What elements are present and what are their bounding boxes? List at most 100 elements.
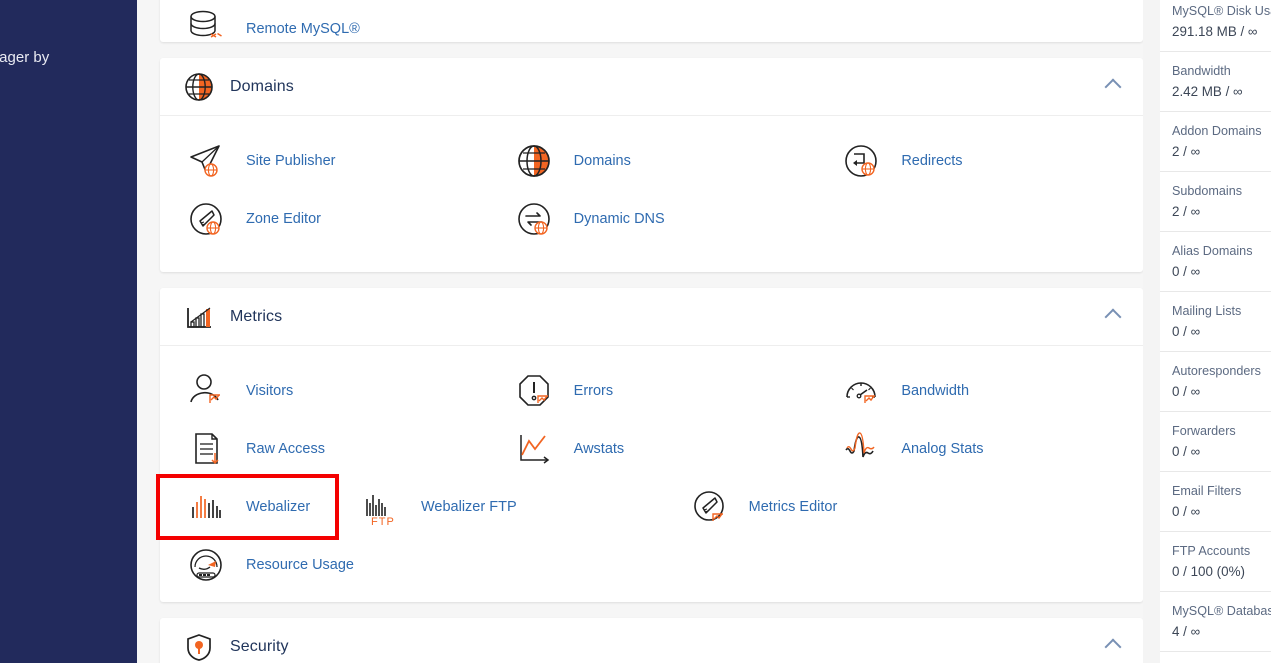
app-tile-label: Webalizer	[246, 499, 311, 515]
app-tile-label: Metrics Editor	[748, 499, 838, 515]
awstats-icon	[512, 427, 556, 471]
stat-row: Addon Domains 2 / ∞	[1160, 112, 1271, 172]
stat-label: Forwarders	[1172, 424, 1236, 438]
site-publisher-icon	[184, 139, 228, 183]
app-tile-domains[interactable]: Domains	[488, 132, 816, 190]
stat-label: Mailing Lists	[1172, 304, 1242, 318]
metrics-section-title: Metrics	[230, 307, 283, 325]
app-tile-raw-access[interactable]: Raw Access	[160, 420, 488, 478]
domains-item-grid: Site Publisher Domains Redirects Zone Ed…	[160, 132, 1143, 248]
app-tile-site-publisher[interactable]: Site Publisher	[160, 132, 488, 190]
app-tile-label: Resource Usage	[246, 557, 354, 573]
app-tile-zone-editor[interactable]: Zone Editor	[160, 190, 488, 248]
webalizer-icon	[184, 485, 228, 529]
stat-value: 0 / ∞	[1172, 384, 1201, 399]
domains-section-card: Domains Site Publisher Domains Redirects…	[160, 58, 1143, 272]
stat-label: Autoresponders	[1172, 364, 1261, 378]
globe-icon	[184, 72, 214, 102]
app-tile-resource-usage[interactable]: Resource Usage	[160, 536, 488, 594]
cpanel-page: Manager by Remot	[0, 0, 1271, 663]
app-tile-awstats[interactable]: Awstats	[488, 420, 816, 478]
app-tile-remote-mysql[interactable]: Remote MySQL®	[160, 0, 488, 58]
stat-value: 4 / ∞	[1172, 624, 1201, 639]
app-tile-visitors[interactable]: Visitors	[160, 362, 488, 420]
errors-icon	[512, 369, 556, 413]
stat-value: 0 / 100 (0%)	[1172, 564, 1245, 579]
stat-value: 2.42 MB / ∞	[1172, 84, 1243, 99]
app-tile-label: Analog Stats	[901, 441, 984, 457]
app-tile-label: Awstats	[573, 441, 625, 457]
stat-row: Forwarders 0 / ∞	[1160, 412, 1271, 472]
app-tile-analog-stats[interactable]: Analog Stats	[815, 420, 1143, 478]
remote-mysql-icon	[184, 7, 228, 51]
app-tile-label: Raw Access	[246, 441, 325, 457]
app-tile-label: Zone Editor	[246, 211, 321, 227]
stat-label: Addon Domains	[1172, 124, 1262, 138]
domains-section-header[interactable]: Domains	[160, 58, 1143, 116]
resource-usage-icon	[184, 543, 228, 587]
stat-row: MySQL® Disk Usage 291.18 MB / ∞	[1160, 0, 1271, 52]
stat-value: 291.18 MB / ∞	[1172, 24, 1258, 39]
app-tile-bandwidth[interactable]: Bandwidth	[815, 362, 1143, 420]
app-tile-label: Site Publisher	[246, 153, 336, 169]
chevron-up-icon[interactable]	[1107, 308, 1121, 322]
metrics-section-card: Metrics Visitors Errors Bandwidth Raw Ac…	[156, 288, 1143, 602]
metrics-editor-icon	[687, 485, 731, 529]
stat-label: Alias Domains	[1172, 244, 1253, 258]
app-tile-metrics-editor[interactable]: Metrics Editor	[663, 478, 991, 536]
left-navigation-sidebar: Manager by	[0, 0, 137, 663]
stat-label: MySQL® Disk Usage	[1172, 4, 1271, 18]
stat-row: FTP Accounts 0 / 100 (0%)	[1160, 532, 1271, 592]
security-section-card: Security	[160, 618, 1143, 663]
chevron-up-icon[interactable]	[1107, 78, 1121, 92]
app-tile-webalizer-ftp[interactable]: FTP Webalizer FTP	[335, 478, 663, 536]
bandwidth-gauge-icon	[839, 369, 883, 413]
app-tile-label: Visitors	[246, 383, 294, 399]
stat-value: 0 / ∞	[1172, 264, 1201, 279]
dynamic-dns-icon	[512, 197, 556, 241]
webalizer-ftp-icon: FTP	[359, 485, 403, 529]
stat-row: Alias Domains 0 / ∞	[1160, 232, 1271, 292]
metrics-bar-chart-icon	[184, 302, 214, 332]
stat-label: Bandwidth	[1172, 64, 1231, 78]
app-tile-label: Webalizer FTP	[421, 499, 517, 515]
visitors-icon	[184, 369, 228, 413]
stat-row: CPU Usage	[1160, 652, 1271, 663]
stat-label: MySQL® Databases	[1172, 604, 1271, 618]
chevron-up-icon[interactable]	[1107, 638, 1121, 652]
svg-text:FTP: FTP	[371, 516, 395, 528]
stat-row: Mailing Lists 0 / ∞	[1160, 292, 1271, 352]
stat-value: 2 / ∞	[1172, 204, 1201, 219]
stat-row: Subdomains 2 / ∞	[1160, 172, 1271, 232]
databases-item-grid: Remote MySQL®	[160, 0, 1143, 58]
stat-row: MySQL® Databases 4 / ∞	[1160, 592, 1271, 652]
metrics-item-grid: Visitors Errors Bandwidth Raw Access Aws…	[156, 362, 1143, 594]
domains-globe-icon	[512, 139, 556, 183]
app-tile-label: Errors	[573, 383, 614, 399]
app-tile-dynamic-dns[interactable]: Dynamic DNS	[488, 190, 816, 248]
app-tile-label: Remote MySQL®	[246, 21, 360, 37]
stat-value: 0 / ∞	[1172, 324, 1201, 339]
stat-row: Bandwidth 2.42 MB / ∞	[1160, 52, 1271, 112]
stat-value: 0 / ∞	[1172, 504, 1201, 519]
app-tile-webalizer[interactable]: Webalizer	[156, 474, 339, 540]
metrics-section-header[interactable]: Metrics	[160, 288, 1143, 346]
analog-stats-icon	[839, 427, 883, 471]
security-shield-icon	[184, 632, 214, 662]
stat-row: Email Filters 0 / ∞	[1160, 472, 1271, 532]
security-section-header[interactable]: Security	[160, 618, 1143, 663]
app-tile-redirects[interactable]: Redirects	[815, 132, 1143, 190]
stat-value: 2 / ∞	[1172, 144, 1201, 159]
stat-label: Email Filters	[1172, 484, 1242, 498]
app-tile-label: Domains	[573, 153, 631, 169]
app-tile-label: Redirects	[901, 153, 963, 169]
app-tile-label: Bandwidth	[901, 383, 970, 399]
app-tile-errors[interactable]: Errors	[488, 362, 816, 420]
app-tile-label: Dynamic DNS	[573, 211, 665, 227]
stat-row: Autoresponders 0 / ∞	[1160, 352, 1271, 412]
redirects-icon	[839, 139, 883, 183]
raw-access-icon	[184, 427, 228, 471]
security-section-title: Security	[230, 638, 289, 655]
sidebar-brand-text: Manager by	[0, 49, 50, 66]
databases-section-card: Remote MySQL®	[160, 0, 1143, 42]
